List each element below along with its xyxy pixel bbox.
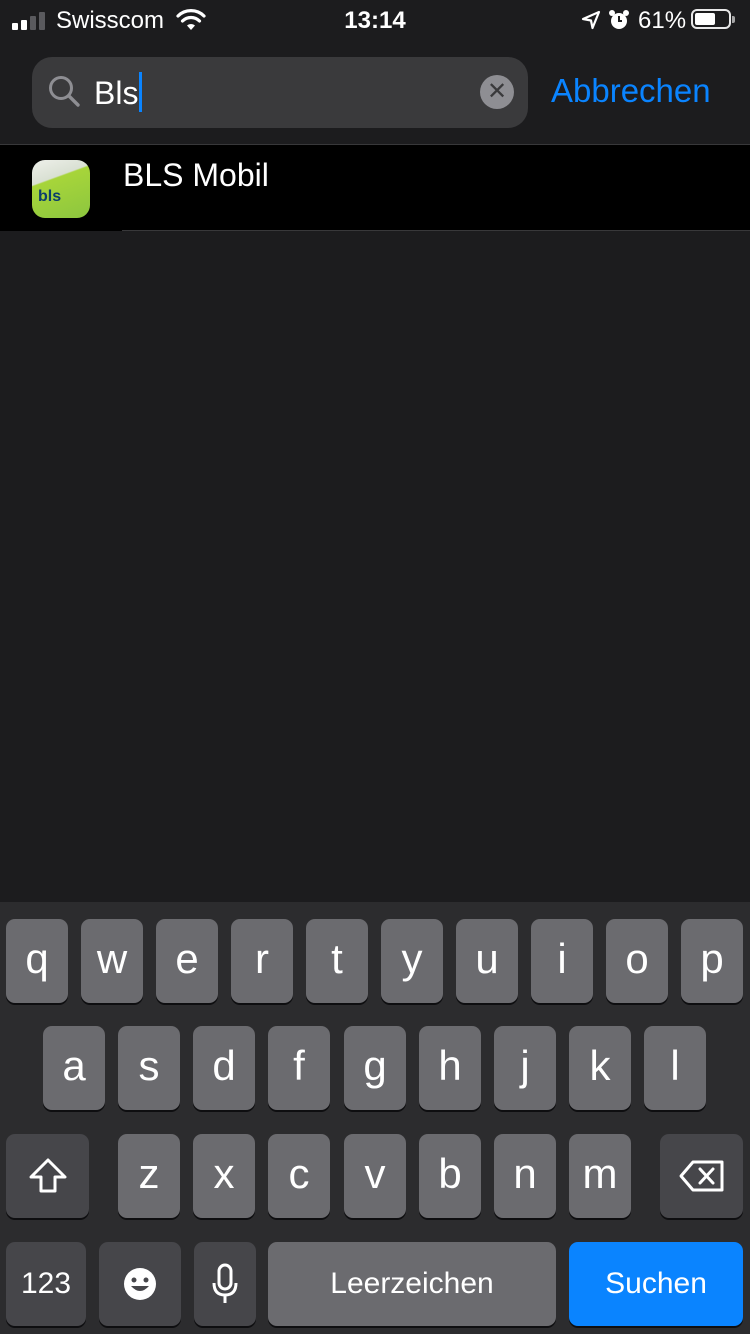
- key-y[interactable]: y: [381, 919, 443, 1003]
- search-icon: [49, 76, 80, 107]
- delete-key[interactable]: [660, 1134, 743, 1218]
- key-e[interactable]: e: [156, 919, 218, 1003]
- result-title: BLS Mobil: [123, 157, 269, 193]
- key-z[interactable]: z: [118, 1134, 180, 1218]
- key-o[interactable]: o: [606, 919, 668, 1003]
- key-f[interactable]: f: [268, 1026, 330, 1110]
- status-bar: Swisscom 13:14 61%: [0, 0, 750, 40]
- microphone-icon: [212, 1263, 238, 1303]
- key-r[interactable]: r: [231, 919, 293, 1003]
- key-a[interactable]: a: [43, 1026, 105, 1110]
- key-j[interactable]: j: [494, 1026, 556, 1110]
- text-caret: [139, 72, 143, 112]
- key-i[interactable]: i: [531, 919, 593, 1003]
- search-value: Bls: [94, 75, 139, 111]
- alarm-icon: [609, 10, 629, 29]
- clear-icon[interactable]: ✕: [480, 75, 514, 109]
- bls-app-icon: bls: [32, 160, 90, 218]
- key-t[interactable]: t: [306, 919, 368, 1003]
- cancel-button[interactable]: Abbrechen: [551, 70, 711, 112]
- key-h[interactable]: h: [419, 1026, 481, 1110]
- key-s[interactable]: s: [118, 1026, 180, 1110]
- search-bar[interactable]: Bls ✕: [32, 57, 528, 128]
- shift-icon: [29, 1158, 66, 1193]
- divider: [122, 230, 750, 231]
- result-row-bls-mobil[interactable]: bls BLS Mobil: [0, 145, 750, 231]
- key-c[interactable]: c: [268, 1134, 330, 1218]
- battery-percent: 61%: [638, 7, 687, 34]
- search-key[interactable]: Suchen: [569, 1242, 743, 1326]
- key-v[interactable]: v: [344, 1134, 406, 1218]
- battery-icon: [691, 9, 735, 31]
- key-n[interactable]: n: [494, 1134, 556, 1218]
- key-p[interactable]: p: [681, 919, 743, 1003]
- shift-key[interactable]: [6, 1134, 89, 1218]
- key-m[interactable]: m: [569, 1134, 631, 1218]
- key-k[interactable]: k: [569, 1026, 631, 1110]
- key-u[interactable]: u: [456, 919, 518, 1003]
- space-key[interactable]: Leerzeichen: [268, 1242, 556, 1326]
- search-input[interactable]: Bls: [94, 71, 474, 115]
- key-w[interactable]: w: [81, 919, 143, 1003]
- delete-icon: [679, 1160, 723, 1192]
- key-d[interactable]: d: [193, 1026, 255, 1110]
- numbers-key[interactable]: 123: [6, 1242, 86, 1326]
- emoji-key[interactable]: [99, 1242, 181, 1326]
- key-l[interactable]: l: [644, 1026, 706, 1110]
- location-icon: [581, 10, 601, 30]
- emoji-icon: [124, 1268, 156, 1300]
- key-b[interactable]: b: [419, 1134, 481, 1218]
- bls-logo-text: bls: [38, 188, 62, 205]
- key-q[interactable]: q: [6, 919, 68, 1003]
- microphone-key[interactable]: [194, 1242, 256, 1326]
- key-g[interactable]: g: [344, 1026, 406, 1110]
- keyboard: q w e r t y u i o p a s d f g h j k l z …: [0, 902, 750, 1334]
- key-x[interactable]: x: [193, 1134, 255, 1218]
